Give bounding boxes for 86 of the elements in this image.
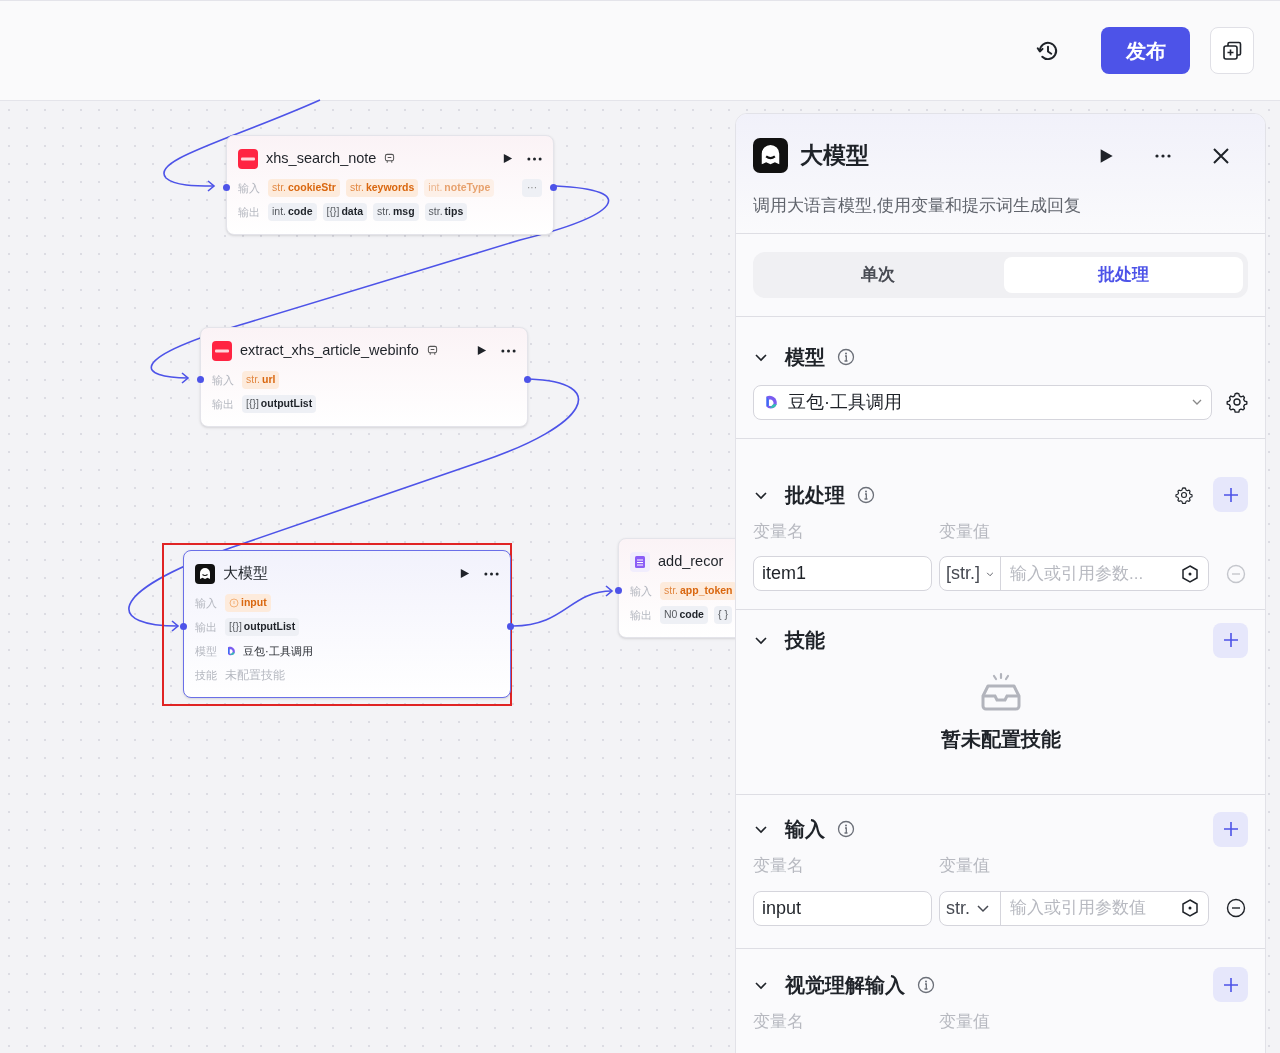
column-header: 变量值: [939, 520, 990, 543]
empty-state-text: 暂未配置技能: [940, 727, 1061, 752]
variable-tag: [{}] data: [322, 202, 367, 221]
variable-tag: str. msg: [373, 202, 419, 221]
variable-tag: { }: [713, 605, 732, 624]
settings-icon[interactable]: [1226, 391, 1248, 413]
more-icon[interactable]: [484, 571, 499, 576]
variable-tag: str. cookieStr: [268, 178, 340, 197]
workflow-node[interactable]: xhs_search_note 输入 str. cookieStr str. keywords int. noteType ··· 输出 int. code [{}] data str. msg str. tips: [226, 135, 554, 235]
section-title: 模型: [785, 344, 825, 370]
add-button[interactable]: [1213, 967, 1248, 1002]
plus-icon: [1222, 976, 1239, 993]
add-button[interactable]: [1213, 811, 1248, 847]
type-select[interactable]: str.: [940, 891, 1001, 925]
panel-description: 调用大语言模型,使用变量和提示词生成回复: [753, 195, 1082, 217]
section-title: 输入: [785, 817, 825, 842]
variable-tag: input: [225, 593, 271, 612]
variable-tag: N0 code: [660, 605, 708, 624]
variable-icon[interactable]: [1180, 898, 1200, 918]
close-icon[interactable]: [1212, 146, 1230, 165]
variable-tag: int. noteType: [424, 178, 495, 197]
variable-value-field[interactable]: [str.] 输入或引用参数...: [939, 556, 1209, 591]
node-title: 大模型: [223, 564, 268, 583]
copy-icon: [1221, 39, 1243, 62]
plugin-icon: [426, 345, 438, 357]
app-logo-icon: [212, 340, 232, 361]
app-logo-icon: [238, 148, 258, 169]
settings-icon[interactable]: [1175, 485, 1193, 504]
row-label: 模型: [195, 643, 218, 659]
add-button[interactable]: [1213, 622, 1248, 658]
play-icon[interactable]: [502, 153, 513, 165]
variable-tag: str. app_token: [660, 581, 737, 600]
type-select[interactable]: [str.]: [940, 557, 1001, 590]
variable-tag: str. tips: [424, 202, 468, 221]
row-label: 输出: [238, 204, 261, 220]
row-label: 输入: [212, 372, 235, 388]
column-header: 变量名: [753, 1010, 805, 1033]
variable-value-field[interactable]: str. 输入或引用参数值: [939, 890, 1209, 926]
ghost-logo-icon: [753, 138, 788, 173]
panel-title: 大模型: [800, 141, 869, 171]
plugin-icon: [384, 153, 396, 165]
variable-tag: str. url: [242, 370, 280, 389]
variable-tag: [{}] outputList: [225, 617, 300, 636]
add-button[interactable]: [1213, 477, 1248, 512]
empty-skill-text: 未配置技能: [225, 666, 285, 684]
ghost-logo-icon: [195, 563, 215, 584]
section-title: 技能: [785, 628, 825, 653]
row-label: 输出: [630, 607, 653, 623]
publish-button[interactable]: 发布: [1101, 27, 1190, 74]
remove-icon[interactable]: [1226, 898, 1246, 918]
model-name: 豆包·工具调用: [243, 643, 313, 659]
play-icon[interactable]: [476, 345, 487, 357]
column-header: 变量名: [753, 855, 805, 877]
app-logo-icon: [225, 644, 237, 657]
variable-name-field[interactable]: input: [753, 890, 932, 926]
column-header: 变量值: [939, 1010, 990, 1033]
plus-icon: [1222, 821, 1239, 837]
play-icon[interactable]: [459, 568, 470, 580]
variable-icon[interactable]: [1180, 563, 1200, 584]
copy-button[interactable]: [1210, 27, 1254, 74]
plus-icon: [1222, 486, 1239, 503]
node-title: xhs_search_note: [266, 149, 377, 168]
model-select[interactable]: 豆包·工具调用: [753, 384, 1212, 420]
variable-tag: [{}] outputList: [242, 394, 317, 413]
section-title: 批处理: [785, 482, 845, 508]
sheet-icon: [630, 551, 650, 572]
more-icon[interactable]: [527, 156, 542, 161]
workflow-node[interactable]: extract_xhs_article_webinfo 输入 str. url 输出 [{}] outputList: [200, 327, 528, 427]
more-icon[interactable]: [501, 348, 516, 353]
empty-tray-icon: [979, 672, 1022, 712]
row-label: 输出: [212, 396, 235, 412]
play-icon[interactable]: [1098, 147, 1114, 164]
row-label: 输出: [195, 619, 218, 635]
row-label: 输入: [630, 583, 653, 599]
variable-tag: str. keywords: [345, 178, 419, 197]
mode-tab[interactable]: 单次: [758, 256, 998, 293]
row-label: 输入: [238, 180, 261, 196]
variable-name-field[interactable]: item1: [753, 556, 932, 591]
column-header: 变量值: [939, 855, 990, 877]
variable-tag: int. code: [268, 202, 317, 221]
node-title: extract_xhs_article_webinfo: [240, 341, 419, 360]
mode-tab[interactable]: 批处理: [1003, 256, 1243, 293]
node-title: add_recor: [658, 552, 724, 571]
plus-icon: [1222, 632, 1239, 648]
section-title: 视觉理解输入: [785, 972, 905, 998]
row-label: 技能: [195, 667, 218, 683]
